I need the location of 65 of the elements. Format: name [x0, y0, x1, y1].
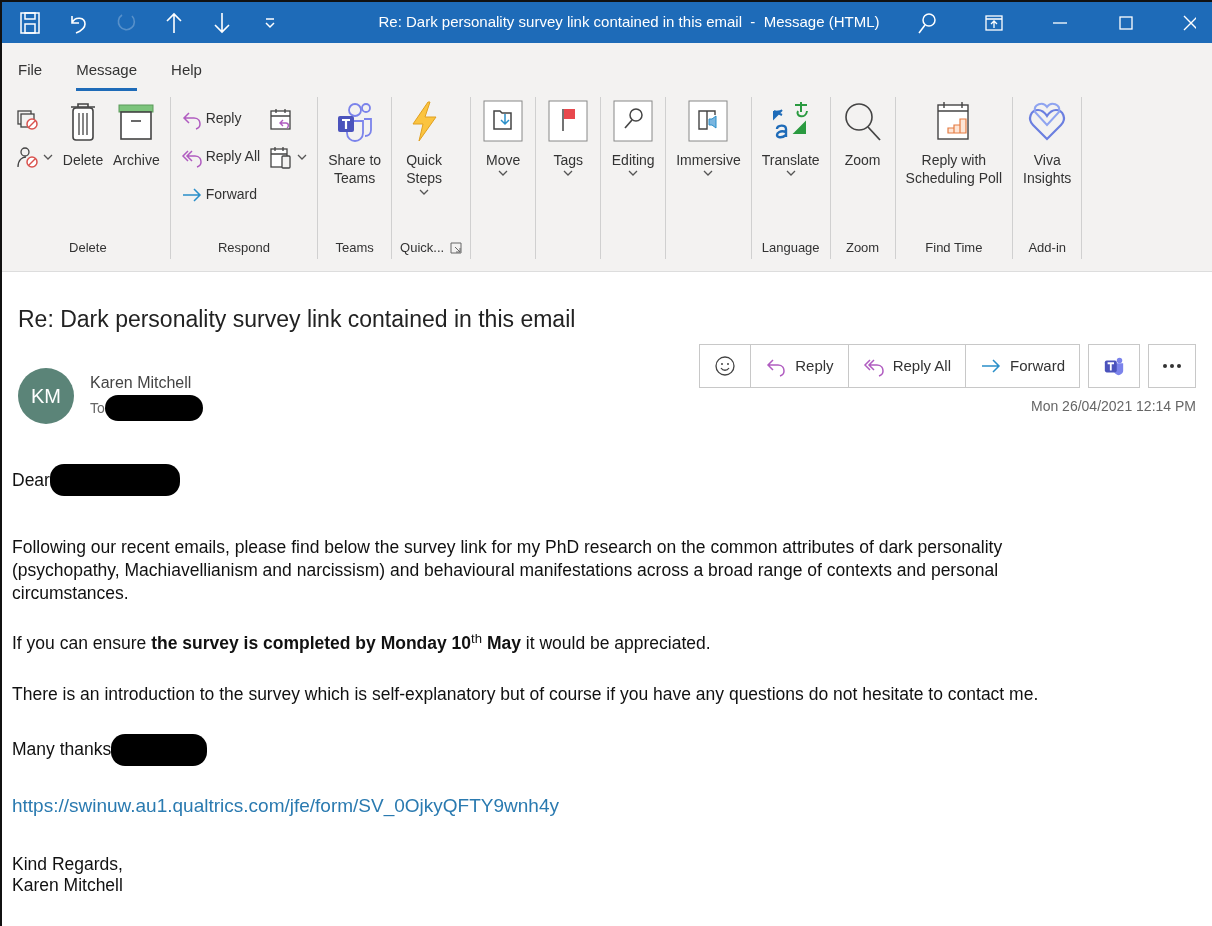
flag-icon	[546, 98, 591, 143]
dialog-launcher-icon	[450, 241, 463, 254]
sender-avatar: KM	[18, 368, 74, 424]
greeting-text: Dear	[12, 468, 50, 492]
message-action-button[interactable]: Reply	[751, 344, 849, 388]
signoff-line: Karen Mitchell	[12, 875, 124, 897]
block-sender-icon	[16, 144, 40, 169]
group-label: Add-in	[1028, 238, 1066, 257]
chevron-down-icon	[703, 169, 714, 178]
ribbon-button[interactable]: Reply with Scheduling Poll	[903, 96, 1005, 191]
message-date: Mon 26/04/2021 12:14 PM	[1031, 397, 1196, 416]
smiley-icon	[714, 355, 737, 377]
menu-tab[interactable]: Message	[76, 51, 138, 91]
message-action-button[interactable]: Forward	[966, 344, 1080, 388]
survey-link[interactable]: https://swinuw.au1.qualtrics.com/jfe/form/SV_0OjkyQFTY9wnh4y	[12, 794, 559, 816]
chevron-down-icon	[785, 169, 796, 178]
ribbon-button[interactable]: Editing	[609, 96, 658, 180]
ribbon-button[interactable]: Forward	[178, 178, 263, 211]
body-paragraph: Following our recent emails, please find below the survey link for my PhD research on the common attributes of dark personality (psychopathy, Machiavellianism and narcissism) and behavioural manifestations across a broad range of contexts and personal circumstances.	[12, 536, 1004, 605]
group-label: Find Time	[925, 238, 983, 257]
ribbon-button[interactable]: Tags	[544, 96, 593, 180]
ribbon-display-icon[interactable]	[984, 12, 1004, 33]
ribbon-button[interactable]: Archive	[111, 96, 162, 172]
group-label: Respond	[217, 238, 270, 257]
window-title: Re: Dark personality survey link contained in this email - Message (HTML)	[377, 12, 881, 33]
ribbon-button[interactable]: Immersive	[674, 96, 743, 180]
menu-tab[interactable]: Help	[171, 51, 202, 91]
teams-logo-icon	[1103, 355, 1125, 377]
chevron-down-icon	[297, 152, 308, 161]
chevron-down-icon	[628, 169, 639, 178]
ribbon-button[interactable]: Move	[479, 96, 528, 180]
ribbon-button[interactable]: Viva Insights	[1021, 96, 1074, 191]
move-to-folder-icon	[481, 98, 526, 143]
group-label: Delete	[69, 238, 107, 257]
more-options-icon	[1163, 364, 1181, 368]
teams-button[interactable]	[1088, 344, 1140, 388]
ribbon-button[interactable]: Reply	[178, 102, 263, 135]
sender-name: Karen Mitchell	[90, 373, 193, 393]
chevron-down-icon	[419, 188, 430, 197]
chevron-down-icon	[43, 152, 53, 161]
group-label: Zoom	[845, 238, 880, 257]
book-speaker-icon	[686, 98, 731, 143]
search-icon[interactable]	[916, 10, 938, 35]
save-icon[interactable]	[18, 9, 42, 36]
ribbon-button[interactable]: Zoom	[838, 96, 887, 172]
chevron-down-icon	[498, 169, 509, 178]
thanks-text: Many thanks	[12, 738, 112, 762]
group-label: Quick...	[400, 238, 445, 257]
body-paragraph: There is an introduction to the survey which is self-explanatory but of course if you have any questions do not hesitate to contact me.	[12, 683, 1040, 706]
reaction-button[interactable]	[699, 344, 752, 388]
chevron-down-icon	[563, 169, 574, 178]
ribbon-button[interactable]: Share to Teams	[326, 96, 384, 191]
group-label: Language	[761, 238, 820, 257]
ribbon-button[interactable]: Quick Steps	[400, 96, 449, 199]
group-label: Teams	[335, 238, 374, 257]
to-label: To	[90, 398, 105, 418]
ribbon-button[interactable]: Delete	[59, 96, 107, 172]
signoff-line: Kind Regards,	[12, 854, 124, 876]
ribbon-button[interactable]: Translate	[759, 96, 822, 180]
ribbon-button[interactable]: Reply All	[178, 140, 263, 173]
message-action-button[interactable]: Reply All	[848, 344, 966, 388]
body-paragraph: If you can ensure the survey is completed by Monday 10$^{th}$ May it would be appreciated.	[12, 632, 712, 655]
search-icon	[611, 98, 656, 143]
menu-tab[interactable]: File	[18, 51, 43, 91]
message-subject: Re: Dark personality survey link contained in this email	[18, 304, 577, 334]
